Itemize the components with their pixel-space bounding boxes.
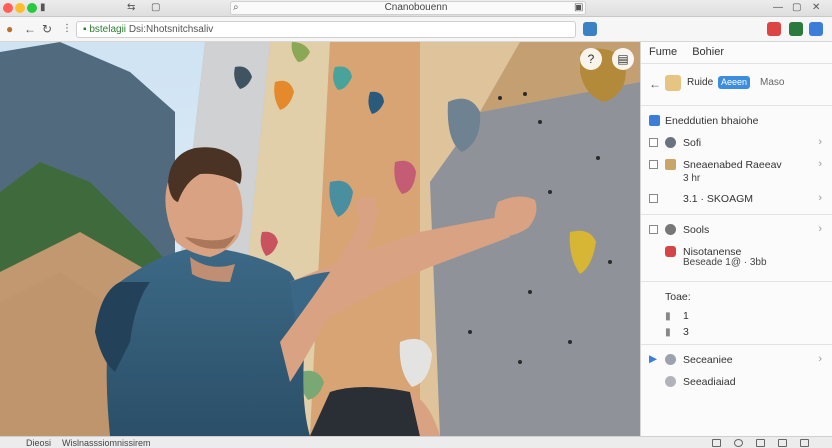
- side-panel: Fume Bohier ← Ruide Aeeen Maso Eneddutie…: [640, 42, 832, 436]
- checkbox[interactable]: [649, 225, 658, 234]
- panel-toolbar: ← Ruide Aeeen Maso: [641, 64, 832, 106]
- panel-tabs: Fume Bohier: [641, 42, 832, 64]
- menu-icon[interactable]: ⋮: [62, 22, 72, 36]
- section-title: Toae:: [665, 291, 691, 303]
- sync-icon[interactable]: [789, 22, 803, 36]
- monitor-icon[interactable]: [712, 439, 721, 447]
- climbing-photo: ? ▤: [0, 42, 640, 436]
- list-item-detail: 3 hr: [641, 173, 832, 188]
- divider: [641, 281, 832, 282]
- favicon-icon: ●: [6, 22, 14, 36]
- bullet-icon: ▮: [665, 310, 671, 322]
- layout-icon[interactable]: [778, 439, 787, 447]
- list-item-label: Sofi: [683, 137, 702, 149]
- gallery-icon[interactable]: ▤: [612, 48, 634, 70]
- chevron-right-icon[interactable]: ›: [818, 192, 822, 204]
- list-item-label: Sneaenabed Raeeav: [683, 159, 782, 171]
- circle-icon: [665, 376, 676, 387]
- toolbar-label: Ruide: [687, 77, 714, 88]
- list-item-label: Eneddutien bhaiohe: [665, 115, 759, 127]
- chevron-right-icon[interactable]: ›: [818, 223, 822, 235]
- url-path: Dsi:Nhotsnitchsaliv: [128, 24, 214, 35]
- forward-icon[interactable]: ↻: [42, 22, 52, 36]
- checkbox[interactable]: [649, 138, 658, 147]
- section-header: Toae:: [641, 286, 832, 308]
- list-item-label: Seeadiaiad: [683, 376, 736, 388]
- play-icon[interactable]: ▶: [649, 353, 657, 365]
- thumbnail-icon: [665, 75, 681, 91]
- checkbox[interactable]: [649, 194, 658, 203]
- document-icon: [665, 159, 676, 170]
- restore-icon[interactable]: ▢: [792, 2, 801, 14]
- secondary-button[interactable]: Maso: [760, 77, 784, 88]
- profile-icon[interactable]: [767, 22, 781, 36]
- chevron-right-icon[interactable]: ›: [818, 158, 822, 170]
- divider: [641, 214, 832, 215]
- alert-icon: [665, 246, 676, 257]
- chevron-right-icon[interactable]: ›: [818, 353, 822, 365]
- value-row: ▮ 3: [641, 324, 832, 340]
- help-icon[interactable]: ?: [580, 48, 602, 70]
- list-item-label: 3.1 · SKOAGM: [683, 193, 754, 205]
- list-item[interactable]: 3.1 · SKOAGM ›: [641, 188, 832, 210]
- list-item[interactable]: ▶ Seceaniee ›: [641, 349, 832, 371]
- settings-icon[interactable]: [809, 22, 823, 36]
- detail-text: Beseade 1@ · 3bb: [683, 257, 767, 268]
- chevron-right-icon[interactable]: ›: [818, 136, 822, 148]
- value-row: ▮ 1: [641, 308, 832, 324]
- close-icon[interactable]: ✕: [812, 2, 820, 14]
- status-bar: Dieosi Wislnasssiomnissirem: [0, 436, 832, 448]
- url-bar[interactable]: ▪ bstelagii Dsi:Nhotsnitchsaliv: [76, 21, 576, 38]
- list-item-label: Seceaniee: [683, 354, 733, 366]
- divider: [641, 344, 832, 345]
- list-item[interactable]: Sofi ›: [641, 132, 832, 154]
- window-icon[interactable]: [756, 439, 765, 447]
- stone-icon: [665, 137, 676, 148]
- back-arrow-icon[interactable]: ←: [649, 77, 661, 91]
- checkbox[interactable]: [649, 160, 658, 169]
- status-left: Dieosi: [26, 438, 52, 448]
- lock-icon: ▣: [574, 2, 584, 13]
- primary-button[interactable]: Aeeen: [718, 76, 750, 89]
- bullet-icon: ▮: [665, 326, 671, 338]
- extension-icon[interactable]: [583, 22, 597, 36]
- list-item-label: Sools: [683, 224, 710, 236]
- status-middle: Wislnasssiomnissirem: [62, 438, 151, 448]
- checkbox-checked-icon[interactable]: [649, 115, 660, 126]
- fullscreen-icon[interactable]: [800, 439, 809, 447]
- tab-bohier[interactable]: Bohier: [692, 46, 724, 58]
- back-icon[interactable]: ←: [24, 22, 36, 36]
- globe-icon[interactable]: [734, 439, 743, 447]
- minimize-icon[interactable]: —: [773, 2, 783, 14]
- list-item[interactable]: Seeadiaiad: [641, 371, 832, 393]
- value-text: 1: [683, 310, 689, 322]
- title-bar: ▮ ⇆ ▢ ⌕ Cnanobouenn ▣ — ▢ ✕: [0, 0, 832, 17]
- detail-text: 3 hr: [683, 173, 701, 184]
- list-item-detail: Beseade 1@ · 3bb: [641, 257, 832, 277]
- value-text: 3: [683, 326, 689, 338]
- tools-icon: [665, 224, 676, 235]
- list-item[interactable]: Eneddutien bhaiohe: [641, 110, 832, 132]
- list-item[interactable]: Sneaenabed Raeeav ›: [641, 154, 832, 176]
- window-title: Cnanobouenn: [384, 2, 448, 13]
- navigation-bar: ● ← ↻ ⋮ ▪ bstelagii Dsi:Nhotsnitchsaliv: [0, 17, 832, 42]
- secure-icon: ▪: [83, 24, 87, 35]
- list-item[interactable]: Sools ›: [641, 219, 832, 241]
- tab-fume[interactable]: Fume: [649, 46, 677, 58]
- url-host: bstelagii: [89, 24, 127, 35]
- circle-icon: [665, 354, 676, 365]
